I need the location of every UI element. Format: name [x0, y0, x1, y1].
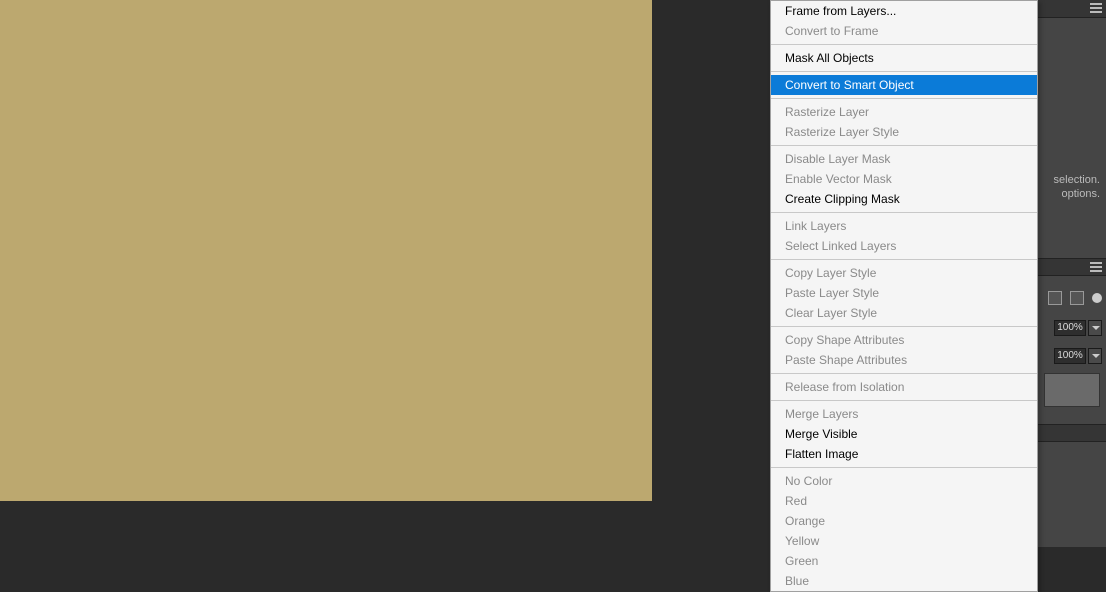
opacity-row: 100% [1054, 320, 1102, 336]
menu-item: Select Linked Layers [771, 236, 1037, 256]
menu-item: Merge Layers [771, 404, 1037, 424]
panel-menu-icon[interactable] [1090, 3, 1102, 13]
opacity-dropdown-icon[interactable] [1088, 320, 1102, 336]
menu-item[interactable]: Convert to Smart Object [771, 75, 1037, 95]
menu-separator [771, 71, 1037, 72]
menu-separator [771, 467, 1037, 468]
mask-icon[interactable] [1070, 291, 1084, 305]
panel-menu-icon[interactable] [1090, 262, 1102, 272]
menu-separator [771, 212, 1037, 213]
menu-item: Link Layers [771, 216, 1037, 236]
menu-separator [771, 259, 1037, 260]
menu-separator [771, 400, 1037, 401]
menu-item: Rasterize Layer Style [771, 122, 1037, 142]
menu-item: Yellow [771, 531, 1037, 551]
filter-dot-icon[interactable] [1092, 293, 1102, 303]
menu-item: Red [771, 491, 1037, 511]
menu-item: Rasterize Layer [771, 102, 1037, 122]
canvas-document[interactable] [0, 0, 652, 501]
panel-header-top [1038, 0, 1106, 18]
menu-separator [771, 373, 1037, 374]
menu-separator [771, 145, 1037, 146]
menu-item: No Color [771, 471, 1037, 491]
menu-item[interactable]: Flatten Image [771, 444, 1037, 464]
menu-separator [771, 44, 1037, 45]
fill-row: 100% [1054, 348, 1102, 364]
hint-text-line2: options. [1061, 188, 1100, 200]
layer-thumbnail[interactable] [1044, 373, 1100, 407]
fill-dropdown-icon[interactable] [1088, 348, 1102, 364]
layer-context-menu: Frame from Layers...Convert to Frame Mask… [770, 0, 1038, 592]
menu-item: Convert to Frame [771, 21, 1037, 41]
menu-separator [771, 326, 1037, 327]
menu-item: Green [771, 551, 1037, 571]
fill-value[interactable]: 100% [1054, 348, 1086, 364]
panels-strip: selection. options. 100% 100% [1038, 0, 1106, 547]
panel-header-mid [1038, 258, 1106, 276]
panel-icons-row [1048, 291, 1102, 305]
menu-item: Blue [771, 571, 1037, 591]
menu-separator [771, 98, 1037, 99]
menu-item[interactable]: Frame from Layers... [771, 1, 1037, 21]
artboard-icon[interactable] [1048, 291, 1062, 305]
menu-item: Paste Shape Attributes [771, 350, 1037, 370]
menu-item: Orange [771, 511, 1037, 531]
menu-item[interactable]: Mask All Objects [771, 48, 1037, 68]
menu-item[interactable]: Merge Visible [771, 424, 1037, 444]
panel-divider-lower [1038, 424, 1106, 442]
menu-item: Paste Layer Style [771, 283, 1037, 303]
menu-item: Release from Isolation [771, 377, 1037, 397]
hint-text-line1: selection. [1054, 174, 1100, 186]
menu-item[interactable]: Create Clipping Mask [771, 189, 1037, 209]
menu-item: Copy Shape Attributes [771, 330, 1037, 350]
menu-item: Copy Layer Style [771, 263, 1037, 283]
menu-item: Enable Vector Mask [771, 169, 1037, 189]
menu-item: Disable Layer Mask [771, 149, 1037, 169]
menu-item: Clear Layer Style [771, 303, 1037, 323]
opacity-value[interactable]: 100% [1054, 320, 1086, 336]
